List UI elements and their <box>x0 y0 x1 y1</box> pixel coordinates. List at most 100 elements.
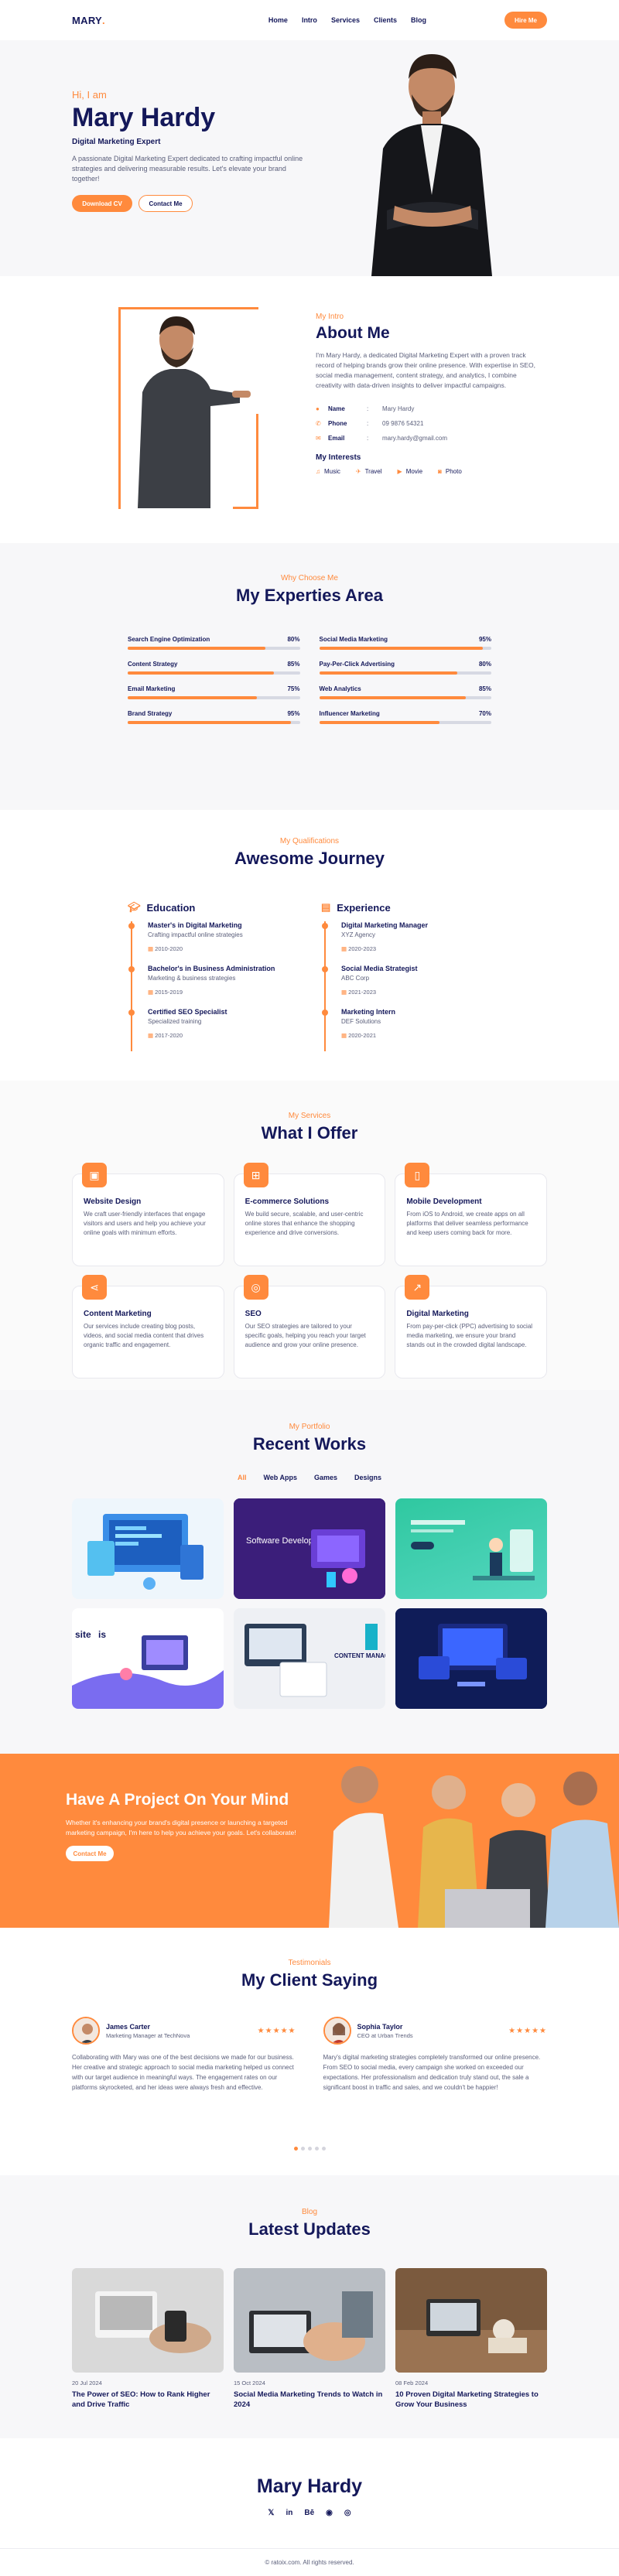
nav-item-blog[interactable]: Blog <box>411 16 426 24</box>
service-description: We build secure, scalable, and user-cent… <box>245 1211 364 1236</box>
film-icon: ▶ <box>397 468 402 475</box>
service-card[interactable]: ⋖ Content Marketing Our services include c… <box>72 1275 224 1379</box>
dribbble-icon[interactable]: ◉ <box>326 2509 333 2517</box>
skill-head: Email Marketing 75% <box>128 685 300 692</box>
service-description: Our services include creating blog posts… <box>84 1323 204 1348</box>
blog-post-title[interactable]: 10 Proven Digital Marketing Strategies t… <box>395 2390 547 2410</box>
blog-post[interactable]: 15 Oct 2024 Social Media Marketing Trend… <box>234 2268 385 2410</box>
info-row-email: ✉ Email : mary.hardy@gmail.com <box>316 431 540 446</box>
filter-web-apps[interactable]: Web Apps <box>263 1474 297 1481</box>
service-title: E-commerce Solutions <box>245 1197 330 1206</box>
skill-bar-fill <box>128 721 292 724</box>
work-item[interactable] <box>72 1498 224 1599</box>
timeline-item: Digital Marketing Manager XYZ Agency ▦ 202… <box>322 921 515 965</box>
linkedin-icon[interactable]: in <box>286 2509 292 2517</box>
skill-name: Web Analytics <box>319 685 361 692</box>
portfolio-filters: All Web Apps Games Designs <box>0 1474 619 1481</box>
nav-item-clients[interactable]: Clients <box>374 16 397 24</box>
testimonial-role: Marketing Manager at TechNova <box>106 2031 190 2039</box>
blog-post-title[interactable]: Social Media Marketing Trends to Watch i… <box>234 2390 385 2410</box>
mobile-icon: ▯ <box>405 1163 430 1187</box>
skill-bar <box>128 696 300 699</box>
service-card[interactable]: ↗ Digital Marketing From pay-per-click (PP… <box>395 1275 547 1379</box>
cart-icon: ⊞ <box>243 1163 268 1187</box>
nav-item-services[interactable]: Services <box>331 16 360 24</box>
skill-bar-fill <box>128 647 265 650</box>
skill-item: Content Strategy 85% <box>128 661 300 675</box>
blog-post-image[interactable] <box>72 2268 224 2373</box>
contact-me-button[interactable]: Contact Me <box>139 195 193 212</box>
skill-percent: 95% <box>287 710 300 717</box>
carousel-dot[interactable] <box>293 2147 298 2151</box>
journey-title: Awesome Journey <box>234 849 385 868</box>
info-separator: : <box>367 435 369 442</box>
testimonials-grid: James Carter Marketing Manager at TechNo… <box>72 2017 547 2093</box>
skill-item: Pay-Per-Click Advertising 80% <box>319 661 491 675</box>
site-logo[interactable]: MARY. <box>72 15 105 26</box>
nav-item-home[interactable]: Home <box>268 16 288 24</box>
timeline-title: Certified SEO Specialist <box>148 1008 227 1016</box>
testimonial-header: Sophia Taylor CEO at Urban Trends ★★★★★ <box>323 2017 548 2045</box>
footer: Mary Hardy 𝕏 in Bē ◉ ◎ © ratoix.com. All… <box>0 2438 619 2576</box>
work-item[interactable]: Software Development <box>234 1498 385 1599</box>
blog-post-image[interactable] <box>234 2268 385 2373</box>
download-cv-button[interactable]: Download CV <box>72 195 132 212</box>
timeline-item: Master's in Digital Marketing Crafting im… <box>128 921 321 965</box>
info-value: Mary Hardy <box>382 405 415 412</box>
service-card[interactable]: ▯ Mobile Development From iOS to Android, … <box>395 1163 547 1266</box>
carousel-dot[interactable] <box>300 2147 305 2151</box>
info-key: Email <box>328 435 345 442</box>
info-value[interactable]: mary.hardy@gmail.com <box>382 435 447 442</box>
timeline-org: Crafting impactful online strategies <box>148 931 243 938</box>
twitter-icon[interactable]: 𝕏 <box>268 2509 274 2517</box>
filter-designs[interactable]: Designs <box>354 1474 381 1481</box>
skill-bar <box>319 721 491 724</box>
skill-head: Content Strategy 85% <box>128 661 300 668</box>
calendar-icon: ▦ <box>341 1032 349 1039</box>
info-separator: : <box>367 420 369 427</box>
cta-contact-button[interactable]: Contact Me <box>66 1846 114 1861</box>
nav-item-intro[interactable]: Intro <box>302 16 317 24</box>
footer-name: Mary Hardy <box>256 2475 363 2497</box>
about-title: About Me <box>316 324 390 342</box>
carousel-dots <box>0 2147 619 2151</box>
carousel-dot[interactable] <box>307 2147 312 2151</box>
carousel-dot[interactable] <box>314 2147 319 2151</box>
calendar-icon: ▦ <box>148 989 156 996</box>
experience-heading: ▤ Experience <box>321 901 391 914</box>
blog-post-title[interactable]: The Power of SEO: How to Rank Higher and… <box>72 2390 224 2410</box>
blog-post-image[interactable] <box>395 2268 547 2373</box>
work-item[interactable]: CONTENT MANAGEMENT <box>234 1608 385 1709</box>
service-card[interactable]: ◎ SEO Our SEO strategies are tailored to y… <box>233 1275 386 1379</box>
instagram-icon[interactable]: ◎ <box>344 2509 351 2517</box>
services-title: What I Offer <box>261 1123 358 1143</box>
portfolio-page: MARY. Home Intro Services Clients Blog H… <box>0 0 619 2576</box>
calendar-icon: ▦ <box>148 1032 156 1039</box>
service-card[interactable]: ▣ Website Design We craft user-friendly in… <box>72 1163 224 1266</box>
copyright: © ratoix.com. All rights reserved. <box>0 2548 619 2576</box>
work-item[interactable] <box>395 1498 547 1599</box>
timeline-item: Bachelor's in Business Administration Mar… <box>128 965 321 1008</box>
work-item[interactable]: site is <box>72 1608 224 1709</box>
skill-item: Influencer Marketing 70% <box>319 710 491 724</box>
service-card[interactable]: ⊞ E-commerce Solutions We build secure, sc… <box>233 1163 386 1266</box>
info-separator: : <box>367 405 369 412</box>
filter-all[interactable]: All <box>238 1474 247 1481</box>
filter-games[interactable]: Games <box>314 1474 337 1481</box>
behance-icon[interactable]: Bē <box>304 2509 314 2517</box>
skill-percent: 85% <box>478 685 491 692</box>
work-item[interactable] <box>395 1608 547 1709</box>
hire-me-button[interactable]: Hire Me <box>504 12 547 29</box>
work-caption: site <box>75 1629 91 1640</box>
carousel-dot[interactable] <box>321 2147 326 2151</box>
skill-bar-fill <box>319 721 440 724</box>
briefcase-icon: ▤ <box>321 901 331 913</box>
timeline-title: Master's in Digital Marketing <box>148 921 242 929</box>
testimonials-subtitle: Testimonials <box>288 1959 331 1967</box>
blog-post[interactable]: 08 Feb 2024 10 Proven Digital Marketing … <box>395 2268 547 2410</box>
hero-role: Digital Marketing Expert <box>72 138 161 146</box>
skill-name: Email Marketing <box>128 685 176 692</box>
testimonial-name: Sophia Taylor <box>357 2022 403 2031</box>
blog-post[interactable]: 20 Jul 2024 The Power of SEO: How to Ran… <box>72 2268 224 2410</box>
browser-icon: ▣ <box>82 1163 107 1187</box>
